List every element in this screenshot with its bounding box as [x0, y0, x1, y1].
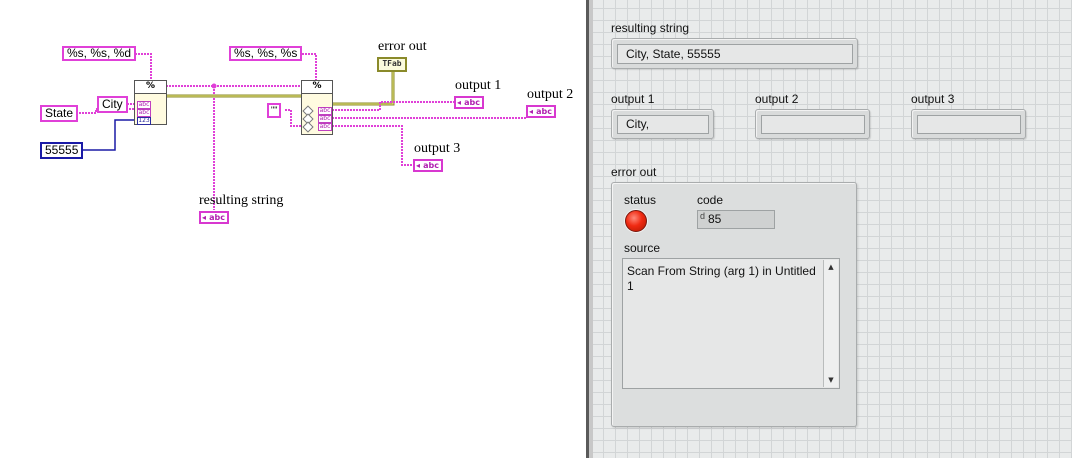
- output-terminal-3: abc: [318, 123, 332, 131]
- default-terminal-3: [302, 121, 314, 133]
- state-constant[interactable]: State: [40, 105, 79, 122]
- resulting-string-label: resulting string: [199, 193, 284, 208]
- output-2-label: output 2: [527, 87, 574, 102]
- wire-empty: [285, 109, 302, 127]
- output-terminal-1: abc: [318, 107, 332, 115]
- output-1-indicator[interactable]: abc: [454, 96, 484, 109]
- output-3-indicator[interactable]: abc: [413, 159, 443, 172]
- input-terminal-3: 123: [137, 117, 151, 125]
- output-3-panel-label: output 3: [911, 92, 955, 106]
- output-1-label: output 1: [455, 78, 502, 93]
- output-2-indicator[interactable]: abc: [526, 105, 556, 118]
- output-terminal-2: abc: [318, 115, 332, 123]
- resulting-string-display: City, State, 55555: [611, 38, 858, 69]
- output-2-value[interactable]: [761, 115, 865, 134]
- resulting-string-panel-label: resulting string: [611, 21, 690, 35]
- wire-number: [76, 119, 135, 151]
- code-label: code: [697, 193, 724, 207]
- error-out-indicator[interactable]: TFab: [377, 57, 407, 72]
- scroll-down-arrow-icon[interactable]: ▼: [824, 374, 838, 386]
- wire-junction: [211, 83, 217, 89]
- wire-output3: [332, 125, 415, 166]
- code-value: 85: [708, 212, 722, 226]
- output-2-panel-label: output 2: [755, 92, 799, 106]
- output-2-display: [755, 109, 870, 139]
- source-display[interactable]: Scan From String (arg 1) in Untitled 1 ▲…: [622, 258, 840, 389]
- input-terminal-2: abc: [137, 109, 151, 117]
- format-into-string-node[interactable]: % abc abc 123: [134, 80, 167, 125]
- resulting-string-indicator[interactable]: abc: [199, 211, 229, 224]
- front-panel: resulting string City, State, 55555 outp…: [593, 0, 1072, 458]
- empty-string-constant[interactable]: "": [267, 103, 282, 118]
- code-radix-indicator[interactable]: d: [700, 211, 705, 221]
- source-scrollbar[interactable]: ▲ ▼: [823, 260, 838, 387]
- error-out-label: error out: [378, 39, 427, 54]
- status-led-icon[interactable]: [625, 210, 647, 232]
- format-string-constant-1[interactable]: %s, %s, %d: [62, 46, 137, 61]
- scan-from-string-icon: %: [302, 81, 332, 94]
- code-display[interactable]: d 85: [697, 210, 775, 229]
- output-3-label: output 3: [414, 141, 461, 156]
- output-1-value[interactable]: City,: [617, 115, 709, 134]
- city-constant[interactable]: City: [97, 96, 128, 113]
- output-1-display: City,: [611, 109, 714, 139]
- format-into-string-icon: %: [135, 81, 166, 94]
- block-diagram: %s, %s, %d %s, %s, %s State City 55555 "…: [0, 0, 586, 458]
- error-out-panel-label: error out: [611, 165, 657, 179]
- status-label: status: [624, 193, 657, 207]
- source-label: source: [624, 241, 661, 255]
- number-constant[interactable]: 55555: [40, 142, 84, 159]
- scan-from-string-node[interactable]: % abc abc abc: [301, 80, 333, 135]
- output-3-display: [911, 109, 1026, 139]
- output-1-panel-label: output 1: [611, 92, 655, 106]
- input-terminal-1: abc: [137, 101, 151, 109]
- wire-layer: [76, 53, 527, 210]
- format-string-constant-2[interactable]: %s, %s, %s: [229, 46, 303, 61]
- error-out-cluster: status code d 85 source Scan From String…: [611, 182, 857, 427]
- wire-error-out-b: [332, 70, 394, 105]
- wire-error-out-a: [332, 70, 395, 106]
- scroll-up-arrow-icon[interactable]: ▲: [824, 261, 838, 273]
- resulting-string-value[interactable]: City, State, 55555: [617, 44, 853, 64]
- output-3-value[interactable]: [917, 115, 1021, 134]
- source-text: Scan From String (arg 1) in Untitled 1: [627, 264, 816, 293]
